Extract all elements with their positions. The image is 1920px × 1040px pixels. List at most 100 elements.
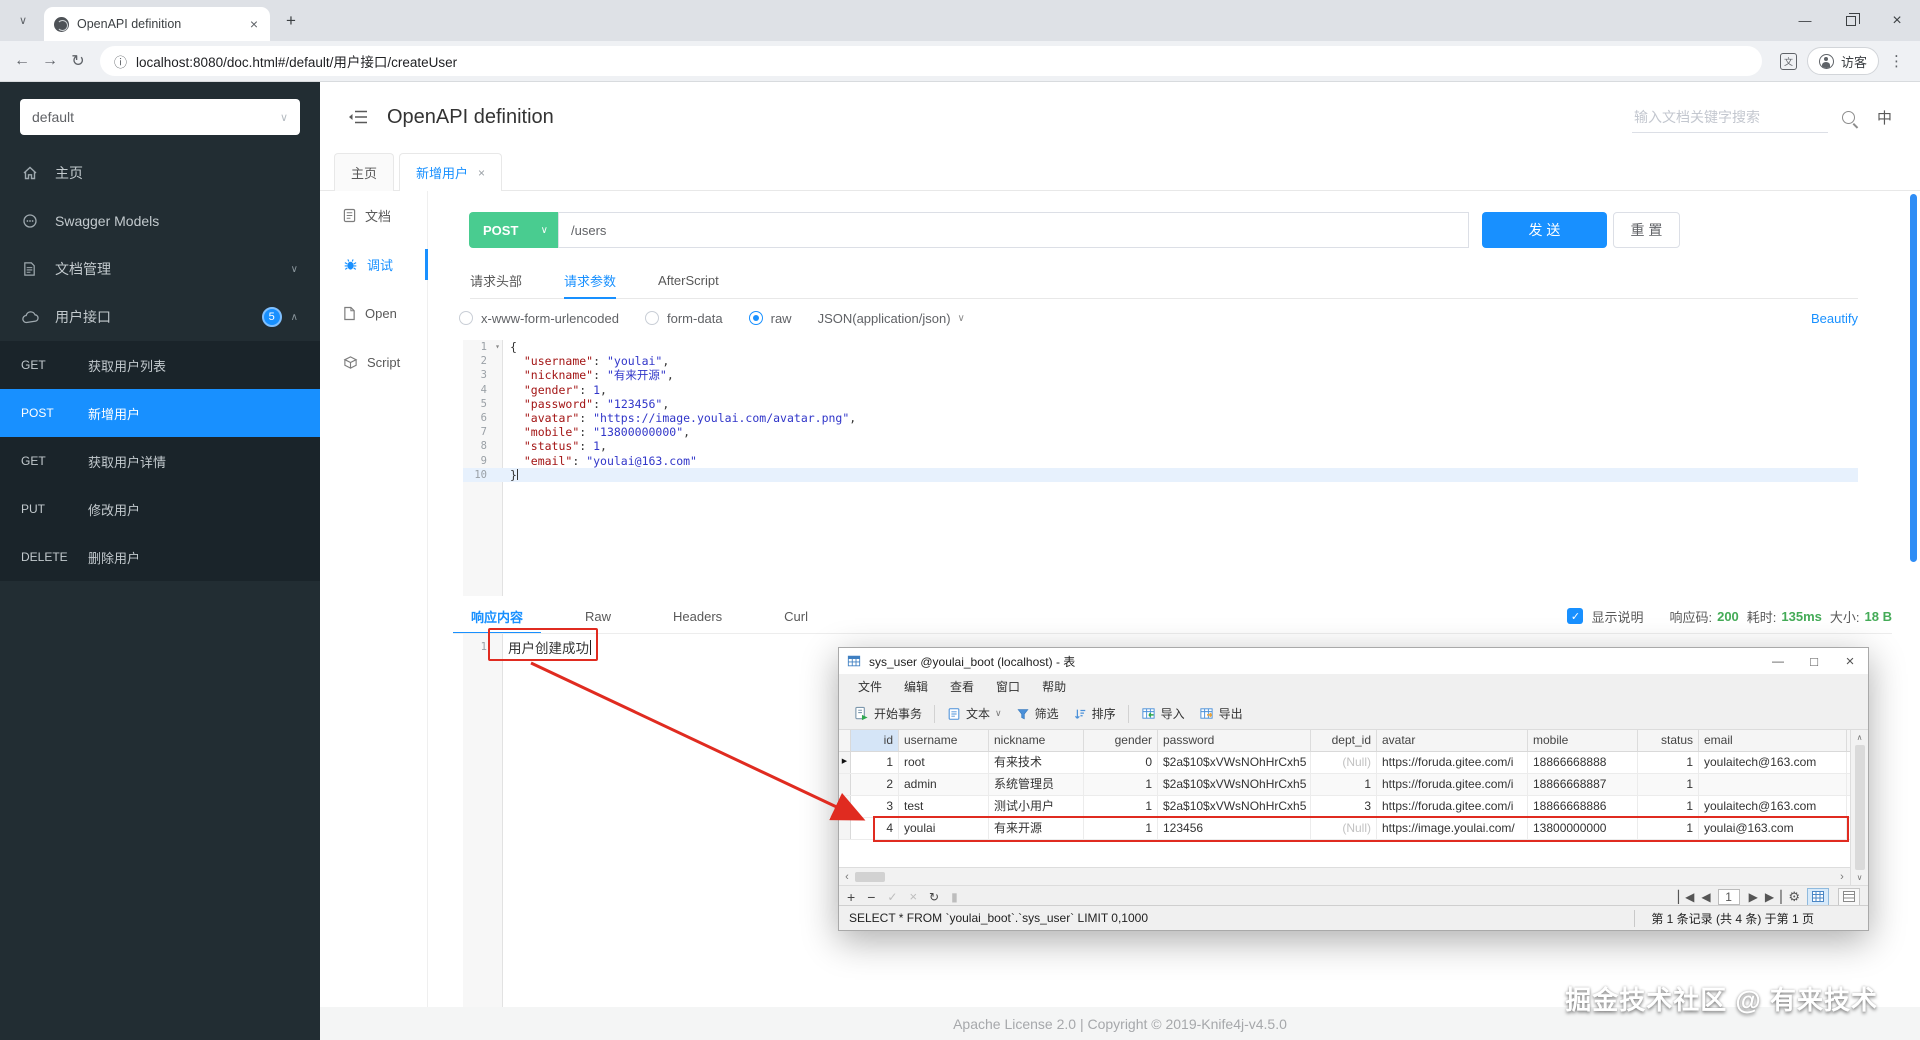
sidebar-item-0[interactable]: 主页 <box>0 149 320 197</box>
reload-icon[interactable]: ↻ <box>64 51 92 71</box>
last-page-icon[interactable]: ▶▕ <box>1765 890 1782 904</box>
db-cell-mobile[interactable]: 18866668888 <box>1528 752 1638 773</box>
tab-close-icon[interactable]: × <box>478 166 485 180</box>
db-cell-id[interactable]: 2 <box>851 774 899 795</box>
db-tool-1[interactable]: 文本 ∨ <box>940 702 1009 726</box>
db-row-3[interactable]: 4 youlai 有来开源 1 123456 (Null) https://image.yo… <box>839 818 1850 840</box>
db-tool-5[interactable]: 导出 <box>1192 702 1250 726</box>
content-type-select[interactable]: JSON(application/json) ∨ <box>818 311 965 326</box>
db-title-bar[interactable]: sys_user @youlai_boot (localhost) - 表 — … <box>839 648 1868 674</box>
page-number-input[interactable]: 1 <box>1717 888 1740 905</box>
next-page-icon[interactable]: ▶ <box>1749 890 1758 904</box>
db-cell-email[interactable] <box>1699 774 1847 795</box>
db-row-0[interactable]: ▶ 1 root 有来技术 0 $2a$10$xVWsNOhHrCxh5 (Null) htt… <box>839 752 1850 774</box>
search-icon[interactable] <box>1841 110 1855 124</box>
db-cell-password[interactable]: $2a$10$xVWsNOhHrCxh5 <box>1158 796 1311 817</box>
grid-view-button[interactable] <box>1807 887 1829 906</box>
db-cell-username[interactable]: test <box>899 796 989 817</box>
sidebar-api-item-get-2[interactable]: GET 获取用户详情 <box>0 437 320 485</box>
db-column-header-avatar[interactable]: avatar <box>1377 730 1528 751</box>
db-cell-email[interactable]: youlaitech@163.com <box>1699 752 1847 773</box>
db-vertical-scrollbar[interactable]: ∧ ∨ <box>1850 730 1868 885</box>
db-cell-id[interactable]: 3 <box>851 796 899 817</box>
scrollbar-thumb[interactable] <box>855 871 885 882</box>
sidebar-api-item-post-1[interactable]: POST 新增用户 <box>0 389 320 437</box>
db-tool-0[interactable]: 开始事务 <box>847 702 929 726</box>
body-mode-0[interactable]: x-www-form-urlencoded <box>459 311 619 326</box>
tab-close-icon[interactable]: × <box>248 16 260 32</box>
db-column-header-mobile[interactable]: mobile <box>1528 730 1638 751</box>
scrollbar-thumb[interactable] <box>1854 745 1865 870</box>
radio-icon[interactable] <box>459 311 473 325</box>
db-cell-dept_id[interactable]: 3 <box>1311 796 1377 817</box>
db-row-1[interactable]: 2 admin 系统管理员 1 $2a$10$xVWsNOhHrCxh5 1 https:/… <box>839 774 1850 796</box>
db-row-2[interactable]: 3 test 测试小用户 1 $2a$10$xVWsNOhHrCxh5 3 https://… <box>839 796 1850 818</box>
db-cell-nickname[interactable]: 有来开源 <box>989 818 1084 839</box>
body-mode-2[interactable]: raw <box>748 311 792 326</box>
new-tab-button[interactable]: + <box>278 11 304 31</box>
radio-icon[interactable] <box>644 311 659 325</box>
forward-icon[interactable]: → <box>36 52 64 70</box>
prev-page-icon[interactable]: ◀ <box>1701 890 1710 904</box>
profile-button[interactable]: 访客 <box>1806 47 1879 75</box>
db-cell-password[interactable]: 123456 <box>1158 818 1311 839</box>
debug-nav-2[interactable]: Open <box>320 289 427 338</box>
scroll-up-icon[interactable]: ∧ <box>1857 733 1863 742</box>
form-view-button[interactable] <box>1838 887 1860 906</box>
db-cell-gender[interactable]: 1 <box>1084 818 1158 839</box>
db-cell-nickname[interactable]: 有来技术 <box>989 752 1084 773</box>
db-cell-nickname[interactable]: 测试小用户 <box>989 796 1084 817</box>
db-cell-password[interactable]: $2a$10$xVWsNOhHrCxh5 <box>1158 752 1311 773</box>
db-cell-id[interactable]: 4 <box>851 818 899 839</box>
db-menu-3[interactable]: 窗口 <box>985 678 1031 695</box>
db-cell-mobile[interactable]: 18866668887 <box>1528 774 1638 795</box>
db-cell-avatar[interactable]: https://foruda.gitee.com/i <box>1377 774 1528 795</box>
browser-menu-icon[interactable]: ⋮ <box>1889 52 1904 70</box>
db-cell-email[interactable]: youlai@163.com <box>1699 818 1847 839</box>
response-tab-2[interactable]: Headers <box>655 598 740 634</box>
db-cell-dept_id[interactable]: (Null) <box>1311 752 1377 773</box>
db-cell-id[interactable]: 1 <box>851 752 899 773</box>
page-scrollbar-thumb[interactable] <box>1910 194 1917 562</box>
debug-nav-0[interactable]: 文档 <box>320 191 427 240</box>
reset-button[interactable]: 重 置 <box>1613 212 1680 248</box>
doc-tab-1[interactable]: 新增用户 × <box>399 153 503 191</box>
record-stop-button[interactable]: ▮ <box>951 890 958 904</box>
scroll-right-icon[interactable]: › <box>1834 871 1850 883</box>
radio-icon[interactable] <box>748 311 763 325</box>
site-info-icon[interactable]: ⓘ <box>114 52 127 71</box>
db-cell-email[interactable]: youlaitech@163.com <box>1699 796 1847 817</box>
db-cell-avatar[interactable]: https://image.youlai.com/ <box>1377 818 1528 839</box>
db-cell-dept_id[interactable]: (Null) <box>1311 818 1377 839</box>
language-toggle[interactable]: 中 <box>1877 107 1892 128</box>
method-select[interactable]: POST ∨ <box>469 212 558 248</box>
db-cell-password[interactable]: $2a$10$xVWsNOhHrCxh5 <box>1158 774 1311 795</box>
record-cancel-button[interactable]: × <box>909 889 917 904</box>
db-tool-3[interactable]: 排序 <box>1066 702 1123 726</box>
db-cell-gender[interactable]: 1 <box>1084 774 1158 795</box>
db-column-header-status[interactable]: status <box>1638 730 1699 751</box>
sidebar-item-3[interactable]: 用户接口 5 ∧ <box>0 293 320 341</box>
db-cell-mobile[interactable]: 18866668886 <box>1528 796 1638 817</box>
body-mode-1[interactable]: form-data <box>644 311 723 326</box>
db-menu-0[interactable]: 文件 <box>847 678 893 695</box>
db-cell-status[interactable]: 1 <box>1638 796 1699 817</box>
database-window[interactable]: sys_user @youlai_boot (localhost) - 表 — … <box>838 647 1869 931</box>
doc-tab-0[interactable]: 主页 <box>334 153 395 191</box>
db-cell-avatar[interactable]: https://foruda.gitee.com/i <box>1377 796 1528 817</box>
db-minimize-icon[interactable]: — <box>1760 648 1796 674</box>
debug-nav-1[interactable]: 调试 <box>320 240 428 289</box>
db-cell-username[interactable]: admin <box>899 774 989 795</box>
show-description-checkbox[interactable]: ✓ <box>1567 608 1584 624</box>
db-column-header-dept_id[interactable]: dept_id <box>1311 730 1377 751</box>
sidebar-item-2[interactable]: 文档管理 ∨ <box>0 245 320 293</box>
address-bar[interactable]: ⓘ localhost:8080/doc.html#/default/用户接口/… <box>100 46 1762 76</box>
db-maximize-icon[interactable]: □ <box>1796 648 1832 674</box>
fold-icon[interactable]: ▾ <box>495 340 500 354</box>
db-menu-4[interactable]: 帮助 <box>1031 678 1077 695</box>
db-column-header-email[interactable]: email <box>1699 730 1847 751</box>
first-page-icon[interactable]: ▏◀ <box>1678 890 1695 904</box>
scroll-down-icon[interactable]: ∨ <box>1857 873 1863 882</box>
back-icon[interactable]: ← <box>8 52 36 70</box>
db-cell-mobile[interactable]: 13800000000 <box>1528 818 1638 839</box>
